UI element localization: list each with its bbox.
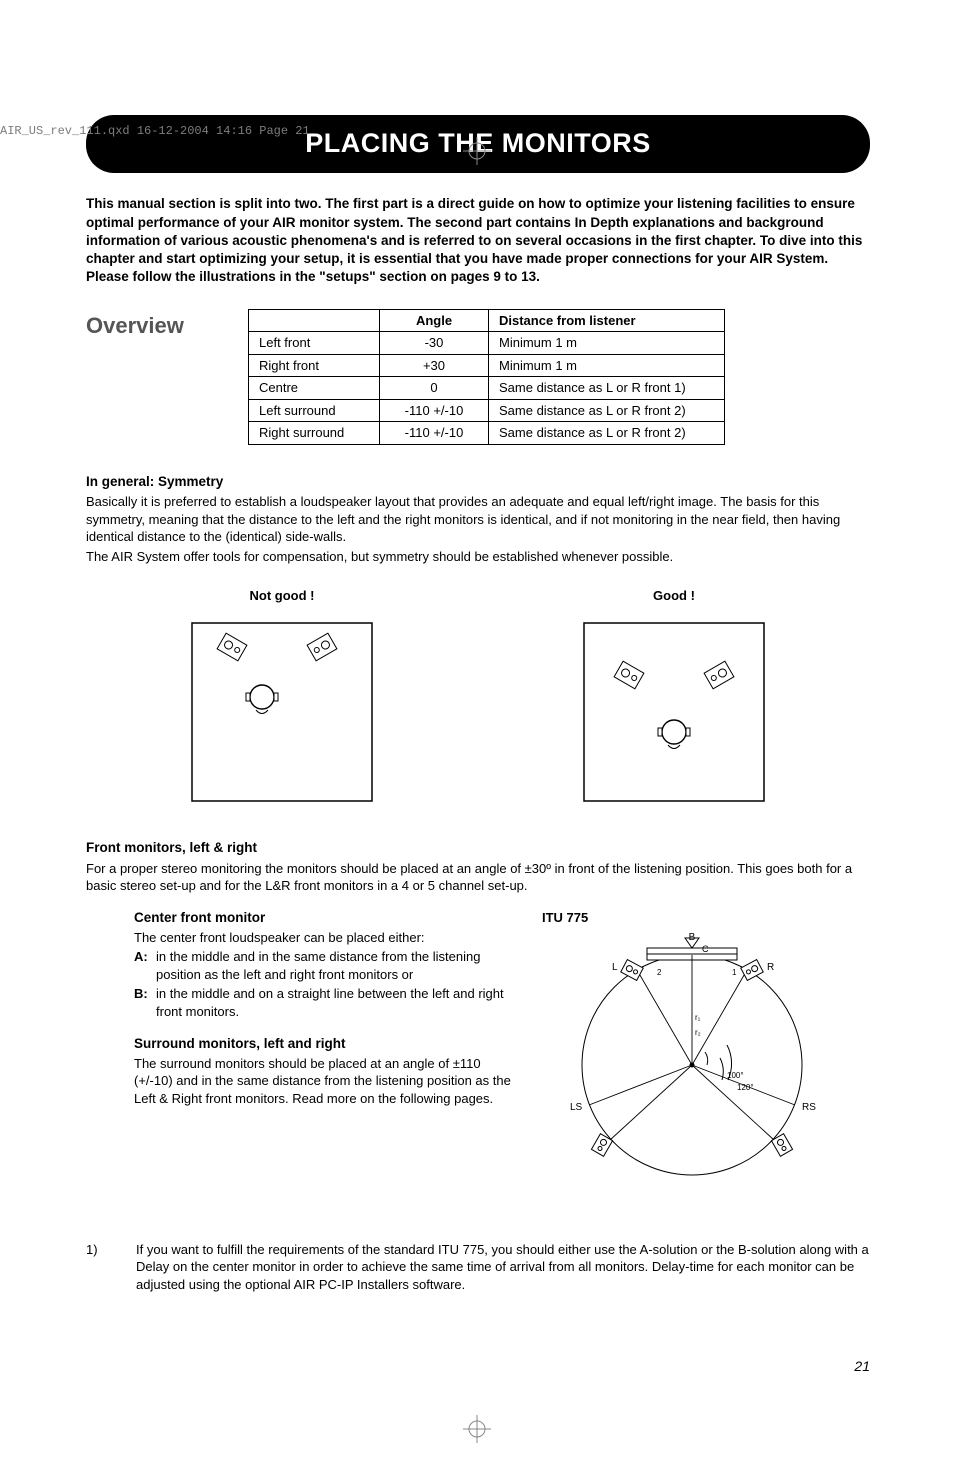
registration-mark-bottom [463, 1415, 491, 1448]
itu-diagram: B C L R LS RS 120° 100° 1 2 r₁ r₂ [542, 930, 842, 1200]
svg-text:L: L [612, 962, 618, 973]
svg-text:r₂: r₂ [695, 1028, 701, 1037]
center-options: A: in the middle and in the same distanc… [134, 948, 514, 1020]
intro-paragraph: This manual section is split into two. T… [86, 195, 870, 286]
symmetry-p2: The AIR System offer tools for compensat… [86, 548, 870, 566]
diagram-bad-caption: Not good ! [182, 587, 382, 605]
svg-text:RS: RS [802, 1102, 816, 1113]
svg-text:2: 2 [657, 968, 662, 977]
itu-label: ITU 775 [542, 909, 870, 927]
diagram-good-caption: Good ! [574, 587, 774, 605]
table-head: Angle Distance from listener [249, 309, 725, 332]
surround-p1: The surround monitors should be placed a… [134, 1055, 514, 1108]
svg-text:R: R [767, 962, 774, 973]
table-row: Left front-30Minimum 1 m [249, 332, 725, 355]
svg-text:C: C [702, 944, 709, 954]
footnote: 1) If you want to fulfill the requiremen… [86, 1241, 870, 1294]
registration-mark-top [463, 137, 491, 170]
surround-heading: Surround monitors, left and right [134, 1035, 514, 1053]
symmetry-heading: In general: Symmetry [86, 473, 870, 491]
angle-table: Angle Distance from listener Left front-… [248, 309, 725, 445]
front-heading: Front monitors, left & right [86, 839, 870, 857]
table-row: Centre0Same distance as L or R front 1) [249, 377, 725, 400]
print-meta: AIR_US_rev_111.qxd 16-12-2004 14:16 Page… [0, 123, 310, 139]
svg-text:120°: 120° [737, 1083, 754, 1092]
svg-text:r₁: r₁ [695, 1013, 701, 1022]
table-row: Right surround-110 +/-10Same distance as… [249, 422, 725, 445]
symmetry-section: In general: Symmetry Basically it is pre… [86, 473, 870, 565]
front-section: Front monitors, left & right For a prope… [86, 839, 870, 894]
svg-text:1: 1 [732, 968, 737, 977]
diagram-good: Good ! [574, 587, 774, 811]
page-number: 21 [854, 1357, 870, 1376]
diagram-bad: Not good ! [182, 587, 382, 811]
overview-heading: Overview [86, 309, 248, 341]
list-item: A: in the middle and in the same distanc… [134, 948, 514, 983]
footnote-number: 1) [86, 1241, 136, 1294]
svg-text:LS: LS [570, 1102, 583, 1113]
svg-text:B: B [689, 932, 696, 943]
front-p1: For a proper stereo monitoring the monit… [86, 860, 870, 895]
list-item: B: in the middle and on a straight line … [134, 985, 514, 1020]
center-p1: The center front loudspeaker can be plac… [134, 929, 514, 947]
svg-text:100°: 100° [727, 1071, 744, 1080]
footnote-text: If you want to fulfill the requirements … [136, 1241, 870, 1294]
symmetry-p1: Basically it is preferred to establish a… [86, 493, 870, 546]
table-row: Right front+30Minimum 1 m [249, 354, 725, 377]
center-heading: Center front monitor [134, 909, 514, 927]
table-row: Left surround-110 +/-10Same distance as … [249, 399, 725, 422]
